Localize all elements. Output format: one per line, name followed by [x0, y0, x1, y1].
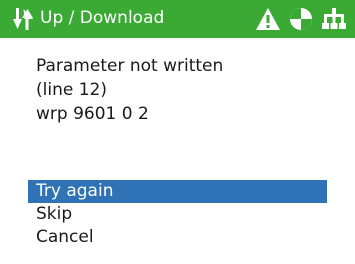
status-icons	[255, 6, 347, 32]
message-line: wrp 9601 0 2	[36, 104, 149, 124]
cancel-option[interactable]: Cancel	[0, 226, 355, 249]
page-title: Up / Download	[40, 8, 165, 28]
warning-icon	[255, 8, 280, 30]
option-list: Try again Skip Cancel	[0, 180, 355, 249]
message-line: Parameter not written	[36, 56, 224, 76]
title-bar: Up / Download	[0, 0, 355, 38]
transfer-arrows-icon	[13, 7, 33, 31]
try-again-option[interactable]: Try again	[28, 180, 327, 203]
sector-disc-icon	[289, 8, 312, 30]
message-line: (line 12)	[36, 80, 107, 100]
skip-option[interactable]: Skip	[0, 203, 355, 226]
network-tree-icon	[322, 8, 346, 29]
error-message: Parameter not written (line 12) wrp 9601…	[36, 54, 223, 126]
